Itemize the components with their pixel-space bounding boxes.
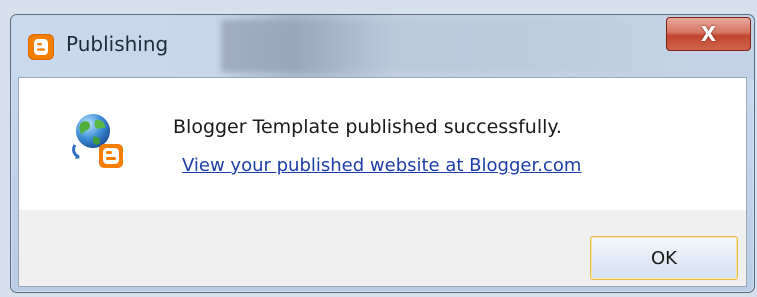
publishing-dialog: Publishing X Blogger Template published … bbox=[10, 14, 755, 293]
blurred-background bbox=[221, 20, 661, 72]
close-icon: X bbox=[700, 22, 717, 46]
message-area: Blogger Template published successfully.… bbox=[19, 78, 746, 210]
blogger-website-link[interactable]: View your published website at Blogger.c… bbox=[182, 155, 581, 176]
dialog-content: Blogger Template published successfully.… bbox=[18, 77, 747, 287]
close-button[interactable]: X bbox=[666, 17, 751, 51]
ok-button[interactable]: OK bbox=[590, 236, 738, 280]
blogger-icon bbox=[28, 34, 54, 60]
title-bar[interactable]: Publishing X bbox=[11, 15, 754, 79]
window-title: Publishing bbox=[66, 32, 169, 56]
status-message: Blogger Template published successfully. bbox=[173, 116, 562, 138]
globe-blogger-icon bbox=[69, 111, 129, 171]
